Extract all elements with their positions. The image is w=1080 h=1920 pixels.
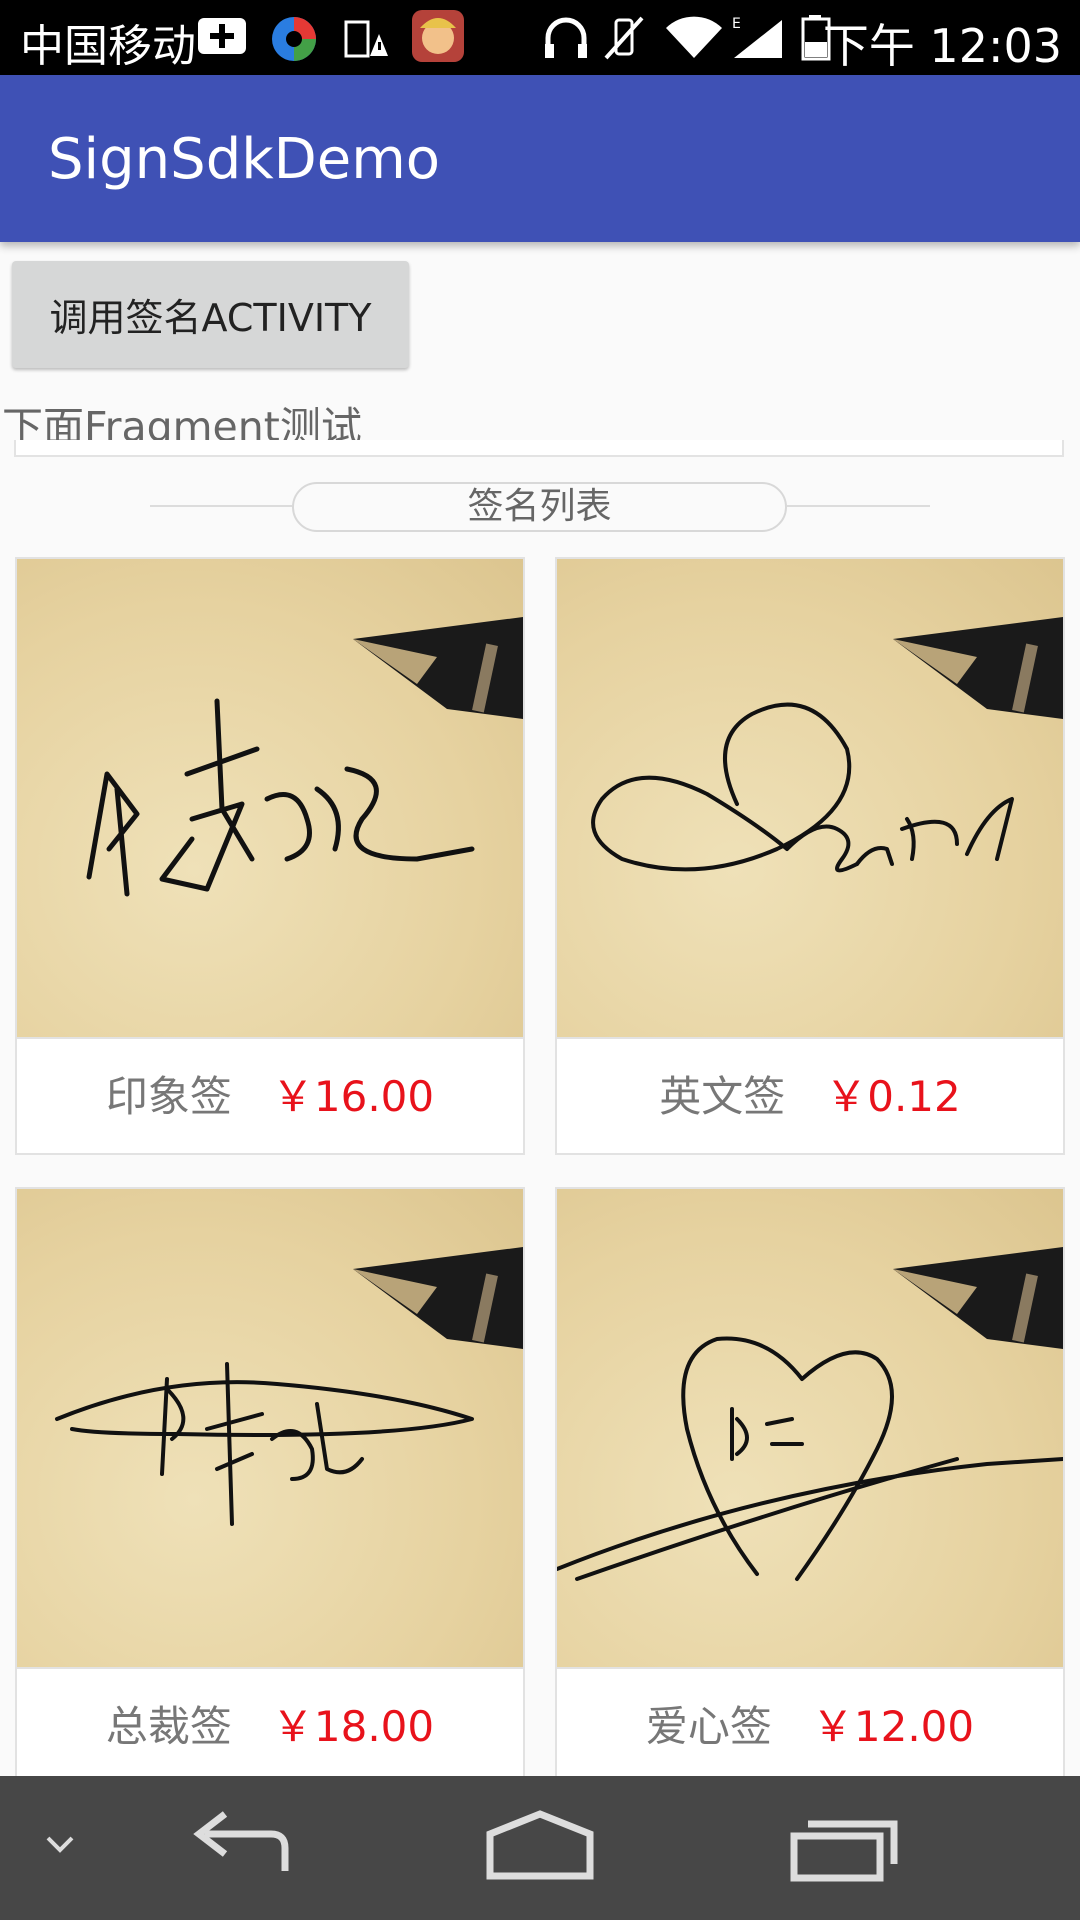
fountain-pen-icon bbox=[353, 1247, 523, 1349]
navigation-bar bbox=[0, 1776, 1080, 1920]
signature-card[interactable]: 总裁签 ￥18.00 bbox=[15, 1187, 525, 1807]
vibrate-off-icon bbox=[602, 14, 646, 66]
signature-card[interactable]: 英文签 ￥0.12 bbox=[555, 557, 1065, 1155]
signature-image bbox=[17, 1189, 523, 1669]
status-bar: 中国移动 E 下午 12:03 bbox=[0, 0, 1080, 75]
signature-name: 总裁签 bbox=[105, 1702, 232, 1751]
signature-image bbox=[557, 1189, 1063, 1669]
chevron-down-icon[interactable] bbox=[40, 1824, 80, 1868]
fountain-pen-icon bbox=[893, 1247, 1063, 1349]
signature-card[interactable]: 印象签 ￥16.00 bbox=[15, 557, 525, 1155]
fountain-pen-icon bbox=[893, 617, 1063, 719]
divider-right bbox=[787, 505, 930, 507]
signature-price: ￥18.00 bbox=[271, 1702, 435, 1751]
clock: 下午 12:03 bbox=[822, 19, 1062, 73]
card-footer: 印象签 ￥16.00 bbox=[17, 1039, 523, 1155]
signature-name: 印象签 bbox=[105, 1072, 232, 1121]
back-icon[interactable] bbox=[185, 1806, 295, 1890]
game-avatar-icon bbox=[410, 8, 466, 68]
app-title: SignSdkDemo bbox=[48, 127, 441, 192]
signature-price: ￥0.12 bbox=[825, 1072, 961, 1121]
app-icon bbox=[268, 14, 320, 68]
card-footer: 总裁签 ￥18.00 bbox=[17, 1669, 523, 1785]
headphones-icon bbox=[540, 14, 592, 66]
signature-name: 英文签 bbox=[659, 1072, 786, 1121]
signature-price: ￥16.00 bbox=[271, 1072, 435, 1121]
app-bar: SignSdkDemo bbox=[0, 75, 1080, 242]
signature-card[interactable]: 爱心签 ￥12.00 bbox=[555, 1187, 1065, 1807]
recents-icon[interactable] bbox=[786, 1806, 906, 1890]
fountain-pen-icon bbox=[353, 617, 523, 719]
home-icon[interactable] bbox=[480, 1806, 600, 1890]
divider-left bbox=[150, 505, 292, 507]
warning-icon bbox=[340, 14, 390, 64]
carrier-label: 中国移动 bbox=[20, 21, 196, 72]
signature-price: ￥12.00 bbox=[811, 1702, 975, 1751]
signature-name: 爱心签 bbox=[645, 1702, 772, 1751]
wifi-icon bbox=[664, 14, 724, 66]
card-footer: 英文签 ￥0.12 bbox=[557, 1039, 1063, 1155]
call-sign-activity-button[interactable]: 调用签名ACTIVITY bbox=[12, 261, 409, 368]
signature-list-title: 签名列表 bbox=[292, 482, 787, 532]
card-footer: 爱心签 ￥12.00 bbox=[557, 1669, 1063, 1785]
signature-image bbox=[557, 559, 1063, 1039]
signature-image bbox=[17, 559, 523, 1039]
signal-icon: E bbox=[730, 14, 786, 66]
fragment-container bbox=[14, 440, 1064, 457]
plus-icon bbox=[196, 14, 248, 62]
svg-text:E: E bbox=[732, 16, 741, 32]
